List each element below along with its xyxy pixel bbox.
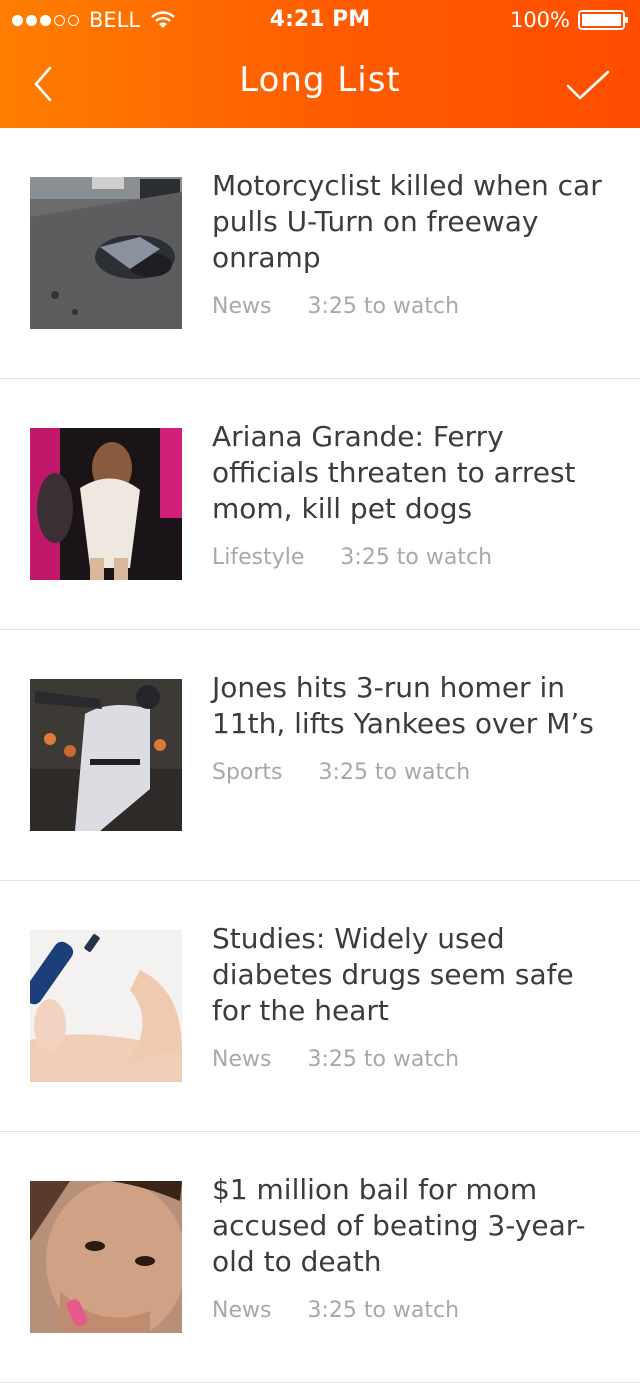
status-right: 100%: [510, 8, 630, 32]
article-category: News: [212, 294, 272, 319]
article-duration: 3:25 to watch: [307, 1047, 460, 1072]
article-list: Motorcyclist killed when car pulls U-Tur…: [0, 128, 640, 1383]
app-header: BELL 4:21 PM 100% Long List: [0, 0, 640, 128]
article-content: $1 million bail for mom accused of beati…: [212, 1172, 612, 1323]
article-headline[interactable]: Motorcyclist killed when car pulls U-Tur…: [212, 168, 612, 276]
battery-percent: 100%: [509, 8, 570, 32]
article-meta: News 3:25 to watch: [212, 1298, 612, 1323]
article-category: News: [212, 1298, 272, 1323]
list-item[interactable]: $1 million bail for mom accused of beati…: [0, 1132, 640, 1383]
list-item[interactable]: Jones hits 3-run homer in 11th, lifts Ya…: [0, 630, 640, 881]
article-meta: Sports 3:25 to watch: [212, 760, 612, 785]
article-content: Studies: Widely used diabetes drugs seem…: [212, 921, 612, 1072]
article-content: Jones hits 3-run homer in 11th, lifts Ya…: [212, 670, 612, 785]
article-thumbnail: [30, 930, 182, 1082]
article-headline[interactable]: Jones hits 3-run homer in 11th, lifts Ya…: [212, 670, 612, 742]
article-headline[interactable]: $1 million bail for mom accused of beati…: [212, 1172, 612, 1280]
article-thumbnail: [30, 177, 182, 329]
article-category: News: [212, 1047, 272, 1072]
article-duration: 3:25 to watch: [318, 760, 471, 785]
article-duration: 3:25 to watch: [307, 1298, 460, 1323]
article-thumbnail: [30, 679, 182, 831]
article-headline[interactable]: Studies: Widely used diabetes drugs seem…: [212, 921, 612, 1029]
article-meta: News 3:25 to watch: [212, 294, 612, 319]
battery-icon: [578, 10, 628, 30]
article-duration: 3:25 to watch: [340, 545, 493, 570]
checkmark-icon[interactable]: [564, 68, 612, 104]
article-category: Lifestyle: [212, 545, 305, 570]
article-category: Sports: [212, 760, 283, 785]
article-meta: Lifestyle 3:25 to watch: [212, 545, 612, 570]
list-item[interactable]: Motorcyclist killed when car pulls U-Tur…: [0, 128, 640, 379]
page-title: Long List: [239, 60, 401, 100]
article-headline[interactable]: Ariana Grande: Ferry officials threaten …: [212, 419, 612, 527]
article-content: Ariana Grande: Ferry officials threaten …: [212, 419, 612, 570]
list-item[interactable]: Ariana Grande: Ferry officials threaten …: [0, 379, 640, 630]
article-content: Motorcyclist killed when car pulls U-Tur…: [212, 168, 612, 319]
status-bar: BELL 4:21 PM 100%: [0, 0, 640, 40]
article-thumbnail: [30, 1181, 182, 1333]
article-meta: News 3:25 to watch: [212, 1047, 612, 1072]
article-duration: 3:25 to watch: [307, 294, 460, 319]
article-thumbnail: [30, 428, 182, 580]
list-item[interactable]: Studies: Widely used diabetes drugs seem…: [0, 881, 640, 1132]
navigation-bar: Long List: [0, 40, 640, 128]
